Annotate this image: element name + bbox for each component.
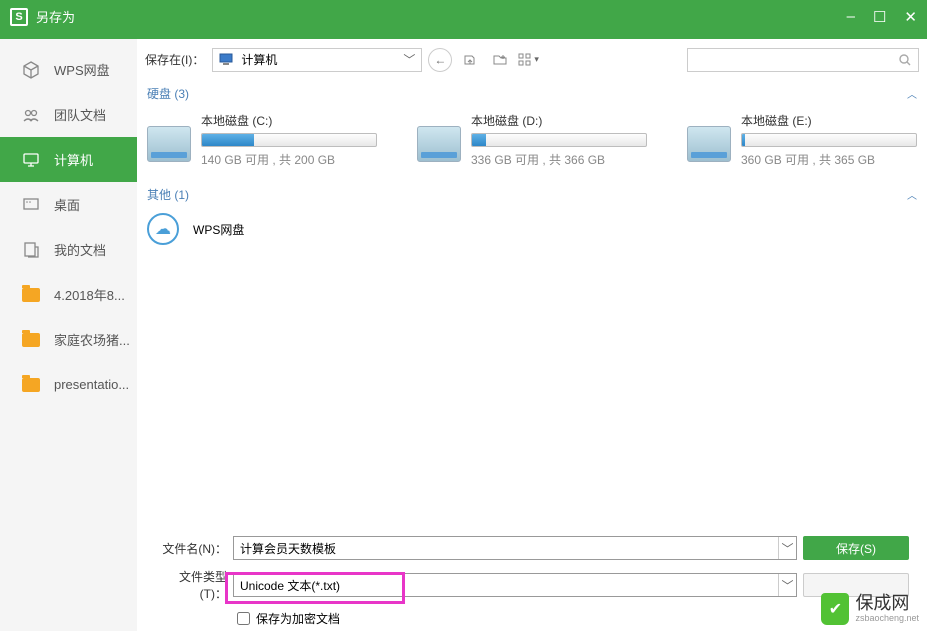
other-section-header[interactable]: 其他 (1) ︿ <box>147 182 917 207</box>
sidebar-team-docs[interactable]: 团队文档 <box>0 92 137 137</box>
chevron-down-icon: ﹀ <box>403 51 415 68</box>
drive-d[interactable]: 本地磁盘 (D:) 336 GB 可用 , 共 366 GB <box>417 112 647 168</box>
search-input[interactable] <box>694 53 898 67</box>
filename-label: 文件名(N)： <box>155 540 227 557</box>
desktop-icon <box>22 196 40 214</box>
bottom-panel: 文件名(N)： 计算会员天数模板 ﹀ 保存(S) 文件类型(T)： Unicod… <box>137 528 927 631</box>
sidebar-desktop[interactable]: 桌面 <box>0 182 137 227</box>
drive-name: 本地磁盘 (C:) <box>201 112 377 129</box>
sidebar-item-label: 4.2018年8... <box>54 285 125 304</box>
sidebar-folder-1[interactable]: 4.2018年8... <box>0 272 137 317</box>
close-button[interactable]: ✕ <box>904 8 917 26</box>
chevron-down-icon: ﹀ <box>778 574 796 596</box>
sidebar-computer[interactable]: 计算机 <box>0 137 137 182</box>
app-icon: S <box>10 8 28 26</box>
save-in-label: 保存在(I)： <box>145 51 204 68</box>
save-button[interactable]: 保存(S) <box>803 536 909 560</box>
watermark-url: zsbaocheng.net <box>855 614 919 624</box>
window-controls: ‒ ☐ ✕ <box>847 8 917 26</box>
sidebar-item-label: 家庭农场猪... <box>54 330 130 349</box>
back-button[interactable]: ← <box>428 48 452 72</box>
drive-name: 本地磁盘 (D:) <box>471 112 647 129</box>
drive-capacity-text: 360 GB 可用 , 共 365 GB <box>741 151 917 168</box>
document-icon <box>22 241 40 259</box>
filename-input[interactable]: 计算会员天数模板 ﹀ <box>233 536 797 560</box>
cube-icon <box>22 61 40 79</box>
drive-capacity-bar <box>471 133 647 147</box>
sidebar-folder-3[interactable]: presentatio... <box>0 362 137 407</box>
titlebar: S 另存为 ‒ ☐ ✕ <box>0 0 927 33</box>
filename-value: 计算会员天数模板 <box>240 540 336 557</box>
sidebar-folder-2[interactable]: 家庭农场猪... <box>0 317 137 362</box>
filetype-label: 文件类型(T)： <box>155 568 227 602</box>
up-button[interactable] <box>458 48 482 72</box>
drive-name: 本地磁盘 (E:) <box>741 112 917 129</box>
location-select[interactable]: 计算机 ﹀ <box>212 48 422 72</box>
sidebar-item-label: presentatio... <box>54 377 129 392</box>
watermark-title: 保成网 <box>855 594 919 614</box>
folder-icon <box>22 376 40 394</box>
drive-capacity-text: 140 GB 可用 , 共 200 GB <box>201 151 377 168</box>
content-area: 硬盘 (3) ︿ 本地磁盘 (C:) 140 GB 可用 , 共 200 GB … <box>137 81 927 528</box>
drive-capacity-bar <box>201 133 377 147</box>
search-box[interactable] <box>687 48 919 72</box>
sidebar-item-label: 计算机 <box>54 150 93 169</box>
sidebar-item-label: 团队文档 <box>54 105 106 124</box>
shield-icon: ✔ <box>821 593 849 625</box>
window-title: 另存为 <box>36 7 847 26</box>
view-mode-button[interactable]: ▾ <box>518 53 539 67</box>
section-title: 其他 (1) <box>147 186 189 203</box>
wps-cloud-item[interactable]: ☁ WPS网盘 <box>147 213 917 245</box>
chevron-down-icon: ▾ <box>534 54 539 65</box>
section-title: 硬盘 (3) <box>147 85 189 102</box>
sidebar-my-docs[interactable]: 我的文档 <box>0 227 137 272</box>
cloud-icon: ☁ <box>147 213 179 245</box>
sidebar-item-label: 我的文档 <box>54 240 106 259</box>
drive-icon <box>147 126 191 162</box>
chevron-down-icon: ﹀ <box>778 537 796 559</box>
main-panel: 保存在(I)： 计算机 ﹀ ← ▾ 硬盘 (3) ︿ <box>137 39 927 631</box>
computer-icon <box>219 53 235 67</box>
sidebar-item-label: 桌面 <box>54 195 80 214</box>
folder-icon <box>22 286 40 304</box>
chevron-up-icon: ︿ <box>907 187 917 202</box>
sidebar-item-label: WPS网盘 <box>54 60 110 79</box>
encrypt-label: 保存为加密文档 <box>256 610 340 627</box>
drive-icon <box>417 126 461 162</box>
disk-section-header[interactable]: 硬盘 (3) ︿ <box>147 81 917 106</box>
filetype-select[interactable]: Unicode 文本(*.txt) ﹀ <box>233 573 797 597</box>
minimize-button[interactable]: ‒ <box>847 8 855 26</box>
toolbar: 保存在(I)： 计算机 ﹀ ← ▾ <box>137 39 927 81</box>
watermark: ✔ 保成网 zsbaocheng.net <box>821 593 919 625</box>
team-icon <box>22 106 40 124</box>
filetype-value: Unicode 文本(*.txt) <box>240 577 340 594</box>
drives-list: 本地磁盘 (C:) 140 GB 可用 , 共 200 GB 本地磁盘 (D:)… <box>147 106 917 182</box>
chevron-up-icon: ︿ <box>907 86 917 101</box>
folder-icon <box>22 331 40 349</box>
drive-capacity-text: 336 GB 可用 , 共 366 GB <box>471 151 647 168</box>
maximize-button[interactable]: ☐ <box>873 8 886 26</box>
drive-e[interactable]: 本地磁盘 (E:) 360 GB 可用 , 共 365 GB <box>687 112 917 168</box>
location-text: 计算机 <box>241 51 277 68</box>
sidebar: WPS网盘 团队文档 计算机 桌面 我的文档 4.2018年8... 家庭农场猪… <box>0 39 137 631</box>
drive-capacity-bar <box>741 133 917 147</box>
new-folder-button[interactable] <box>488 48 512 72</box>
monitor-icon <box>22 151 40 169</box>
item-label: WPS网盘 <box>193 221 244 238</box>
encrypt-checkbox[interactable] <box>237 612 250 625</box>
search-icon <box>898 53 912 67</box>
drive-c[interactable]: 本地磁盘 (C:) 140 GB 可用 , 共 200 GB <box>147 112 377 168</box>
drive-icon <box>687 126 731 162</box>
sidebar-wps-cloud[interactable]: WPS网盘 <box>0 47 137 92</box>
